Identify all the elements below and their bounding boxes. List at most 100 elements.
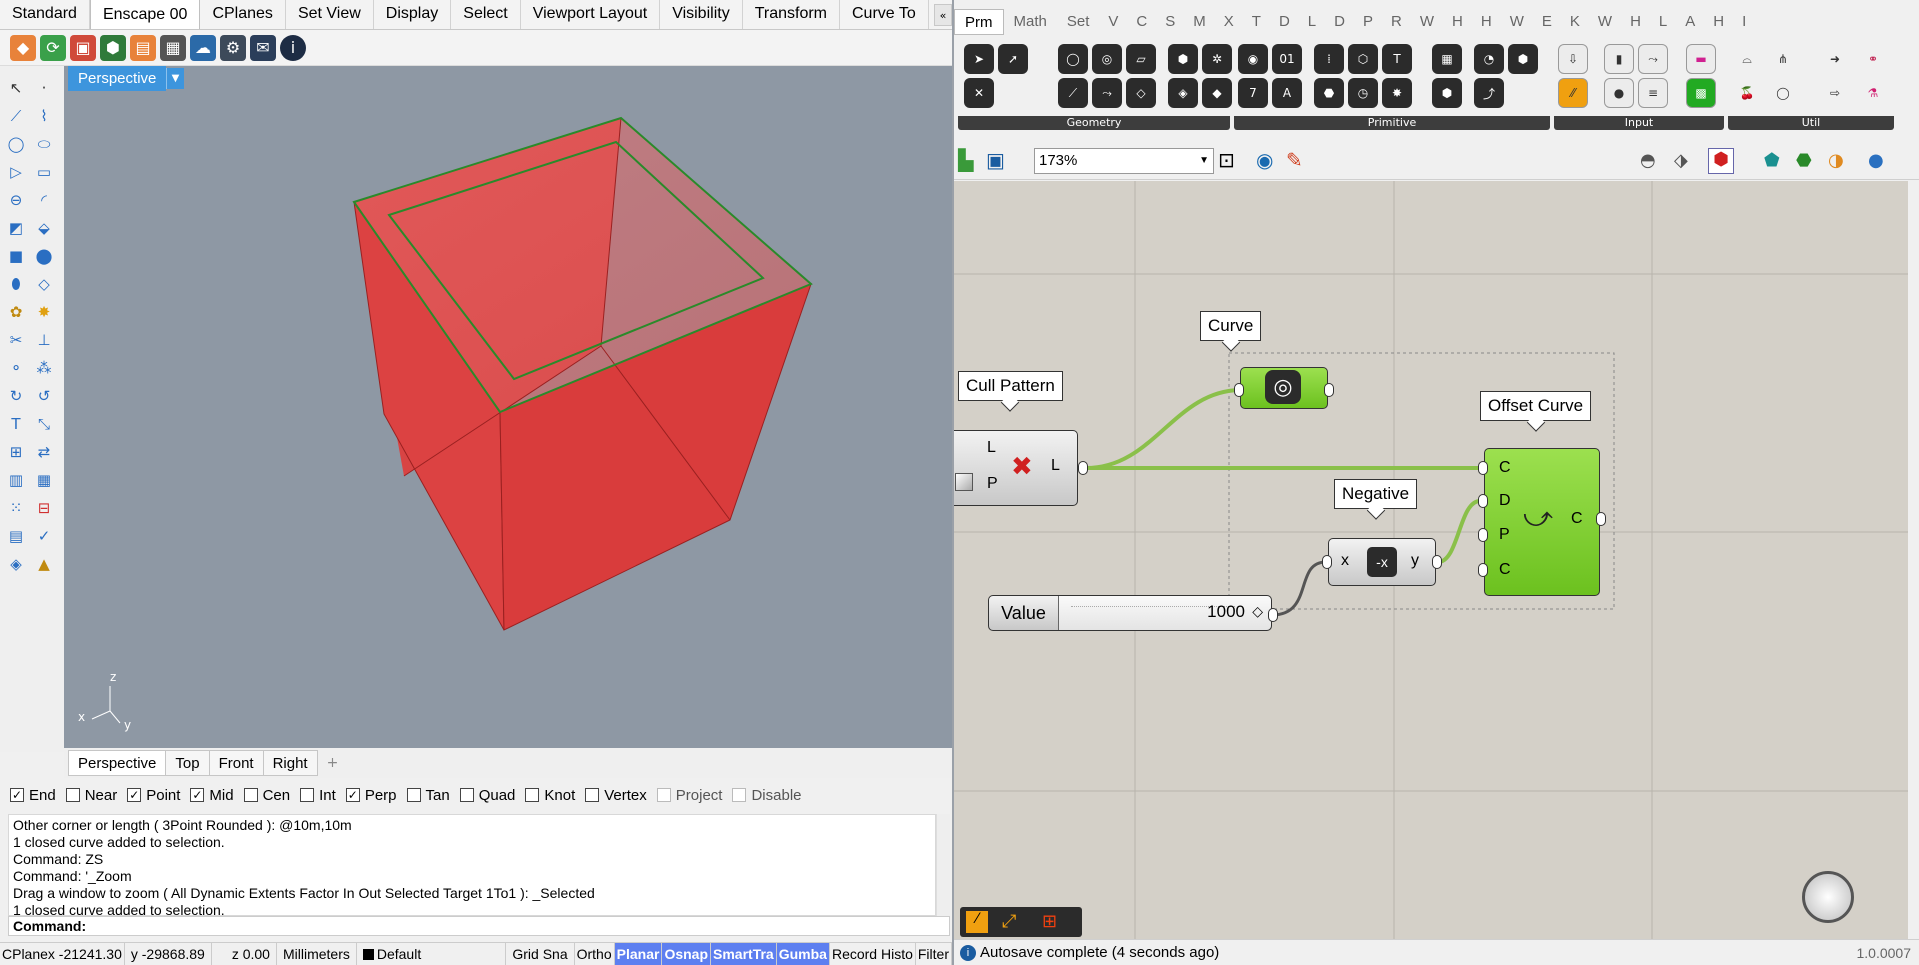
tab-r[interactable]: R — [1382, 9, 1411, 35]
graph-mapper-icon[interactable]: ⁄⁄ — [1558, 78, 1588, 108]
value-slider[interactable]: Value 1000 ◇ — [988, 595, 1272, 631]
tree-icon[interactable]: ⋔ — [1768, 44, 1798, 74]
mirror-icon[interactable]: ⇄ — [32, 440, 56, 464]
panel-label[interactable]: Input — [1554, 116, 1724, 130]
select-icon[interactable]: ↖ — [4, 76, 28, 100]
toggle-icon[interactable]: ▮ — [1604, 44, 1634, 74]
units[interactable]: Millimeters — [277, 943, 357, 965]
tab-h[interactable]: H — [1443, 9, 1472, 35]
curve-param-icon[interactable]: ◎ — [1092, 44, 1122, 74]
curve-param-component[interactable]: ◎ — [1240, 367, 1328, 409]
boolean-icon[interactable]: ⬤ — [32, 244, 56, 268]
checkbox[interactable] — [732, 788, 747, 802]
enscape-settings-icon[interactable]: ⚙ — [220, 34, 246, 61]
geometry-param-icon[interactable]: ⬢ — [1508, 44, 1538, 74]
text-icon[interactable]: T — [4, 412, 28, 436]
ortho-toggle[interactable]: Ortho — [575, 943, 615, 965]
checkbox[interactable]: ✓ — [127, 788, 142, 802]
enscape-view-icon[interactable]: ⬢ — [100, 34, 126, 61]
layer-indicator[interactable]: Default — [357, 943, 507, 965]
filter-toggle[interactable]: Filter — [916, 943, 952, 965]
tab-w2[interactable]: W — [1501, 9, 1533, 35]
negative-output-port[interactable] — [1432, 555, 1442, 569]
checkbox[interactable] — [459, 788, 474, 802]
planar-toggle[interactable]: Planar — [614, 943, 663, 965]
tab-d[interactable]: D — [1325, 9, 1354, 35]
grid-snap-toggle[interactable]: Grid Sna — [506, 943, 575, 965]
enscape-info-icon[interactable]: i — [280, 34, 306, 61]
osnap-near[interactable]: Near — [65, 787, 117, 804]
panel-label[interactable]: Geometry — [958, 116, 1230, 130]
tab-perspective[interactable]: Perspective — [68, 750, 167, 776]
save-file-icon[interactable]: ▣ — [986, 148, 1005, 172]
data-param-icon[interactable]: ⁞ — [1314, 44, 1344, 74]
osnap-end[interactable]: ✓ End — [10, 787, 56, 804]
enscape-capture-icon[interactable]: ▣ — [70, 34, 96, 61]
curve-input-port[interactable] — [1234, 383, 1244, 397]
add-viewport-icon[interactable]: + — [327, 755, 339, 771]
checkbox[interactable] — [656, 788, 671, 802]
tab-enscape[interactable]: Enscape 00 — [89, 0, 201, 29]
enscape-feedback-icon[interactable]: ✉ — [250, 34, 276, 61]
preview-shaded-icon[interactable]: ⬗ — [1674, 150, 1688, 171]
gh-canvas[interactable]: Cull Pattern L P ✖ L Curve ◎ Offset Curv… — [954, 181, 1908, 939]
tab-h2[interactable]: H — [1472, 9, 1501, 35]
display-mode-icon[interactable]: ● — [1868, 150, 1884, 171]
graph-icon[interactable]: ⁄ — [966, 911, 988, 933]
string-param-icon[interactable]: A — [1272, 78, 1302, 108]
layer-icon[interactable]: ▥ — [4, 468, 28, 492]
command-scrollbar[interactable] — [936, 814, 950, 916]
osnap-point[interactable]: ✓ Point — [127, 787, 180, 804]
tab-right[interactable]: Right — [262, 750, 318, 776]
value-list-icon[interactable]: ≡ — [1638, 78, 1668, 108]
checkbox[interactable] — [525, 788, 540, 802]
circle-param-icon[interactable]: ◯ — [1058, 44, 1088, 74]
arc-param-icon[interactable]: ⤳ — [1092, 78, 1122, 108]
circle-icon[interactable]: ◯ — [4, 132, 28, 156]
tab-transform[interactable]: T — [1243, 9, 1270, 35]
checkbox[interactable]: ✓ — [10, 788, 24, 802]
button-icon[interactable]: ● — [1604, 78, 1634, 108]
tab-vector[interactable]: V — [1099, 9, 1127, 35]
mesh-param-icon[interactable]: ✲ — [1202, 44, 1232, 74]
tab-standard[interactable]: Standard — [0, 0, 90, 29]
smarttrack-toggle[interactable]: SmartTra — [711, 943, 777, 965]
negative-input-port[interactable] — [1322, 555, 1332, 569]
render-icon[interactable]: ▤ — [4, 524, 28, 548]
checkbox[interactable]: ✓ — [190, 788, 205, 802]
tab-viewport-layout[interactable]: Viewport Layout — [521, 0, 661, 29]
tab-math[interactable]: Math — [1004, 9, 1057, 35]
curve-output-port[interactable] — [1324, 383, 1334, 397]
group-param-icon[interactable]: ◆ — [1202, 78, 1232, 108]
join-icon[interactable]: ⚬ — [4, 356, 28, 380]
slider-grip-icon[interactable]: ◇ — [1252, 603, 1263, 620]
osnap-toggle[interactable]: Osnap — [662, 943, 712, 965]
bake-icon[interactable]: ⬟ — [1764, 150, 1780, 171]
rectangle-icon[interactable]: ▭ — [32, 160, 56, 184]
enscape-start-icon[interactable]: ◆ — [10, 34, 36, 61]
tab-sets[interactable]: Set — [1057, 9, 1100, 35]
surface-icon[interactable]: ◩ — [4, 216, 28, 240]
offset-input-p-port[interactable] — [1478, 528, 1488, 542]
tab-cplanes[interactable]: CPlanes — [200, 0, 286, 29]
open-file-icon[interactable]: ▙ — [958, 148, 973, 172]
value-output-port[interactable] — [1268, 608, 1278, 622]
point-param-icon[interactable]: ➚ — [998, 44, 1028, 74]
tab-display[interactable]: Display — [374, 0, 452, 29]
box-icon[interactable]: ■ — [4, 244, 28, 268]
knob-icon[interactable]: ⤳ — [1638, 44, 1668, 74]
grid-icon[interactable]: ▦ — [32, 468, 56, 492]
plane-icon[interactable]: ◇ — [32, 272, 56, 296]
check-icon[interactable]: ✓ — [32, 524, 56, 548]
field-param-icon[interactable]: ✕ — [964, 78, 994, 108]
explode-icon[interactable]: ✸ — [32, 300, 56, 324]
generic-param-icon[interactable]: ⬢ — [1432, 78, 1462, 108]
point-icon[interactable]: · — [32, 76, 56, 100]
tab-h4[interactable]: H — [1704, 9, 1733, 35]
command-input[interactable]: Command: — [8, 916, 950, 936]
cull-output-port[interactable] — [1078, 461, 1088, 475]
osnap-knot[interactable]: Knot — [525, 787, 575, 804]
brep-param-icon[interactable]: ⬢ — [1168, 44, 1198, 74]
tab-intersect[interactable]: X — [1215, 9, 1243, 35]
perspective-viewport[interactable]: Perspective ▼ z x y — [64, 66, 952, 748]
